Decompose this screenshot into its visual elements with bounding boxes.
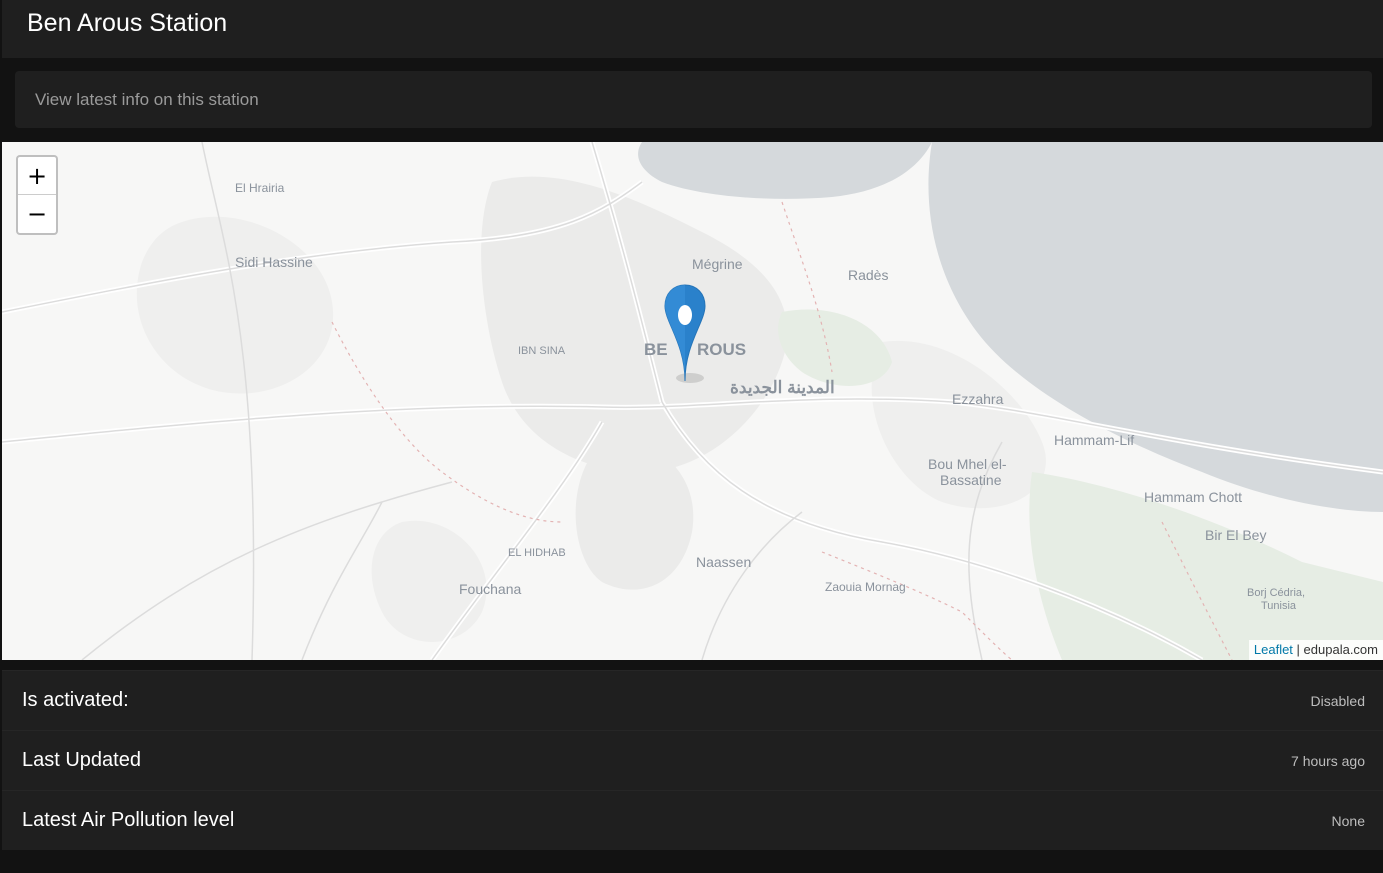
place-label: Ezzahra: [952, 391, 1004, 407]
detail-label: Last Updated: [22, 749, 141, 771]
station-info-bar: View latest info on this station: [15, 71, 1372, 128]
place-label: El Hrairia: [235, 181, 285, 195]
detail-value: 7 hours ago: [1291, 753, 1365, 769]
place-label: Sidi Hassine: [235, 254, 313, 270]
leaflet-link[interactable]: Leaflet: [1254, 642, 1293, 657]
place-label: Hammam Chott: [1144, 489, 1243, 505]
attribution-source: edupala.com: [1303, 642, 1378, 657]
detail-row-activated: Is activated: Disabled: [2, 670, 1383, 730]
detail-value: Disabled: [1310, 693, 1365, 709]
detail-label: Latest Air Pollution level: [22, 809, 235, 831]
place-label: Bir El Bey: [1205, 527, 1267, 543]
attribution-separator: |: [1292, 642, 1304, 657]
place-label: Radès: [848, 267, 889, 283]
station-map[interactable]: + − El Hrairia Sidi Hassine Mégrine Radè…: [2, 142, 1383, 660]
zoom-out-button[interactable]: −: [18, 195, 56, 232]
map-attribution: Leaflet | edupala.com: [1248, 640, 1383, 660]
place-label: Hammam-Lif: [1054, 432, 1135, 448]
zoom-control: + −: [16, 155, 58, 235]
map-pin-icon[interactable]: [664, 284, 706, 386]
station-info-text: View latest info on this station: [35, 90, 259, 109]
zoom-in-button[interactable]: +: [18, 157, 56, 195]
place-label: IBN SINA: [518, 345, 566, 357]
place-label: Mégrine: [692, 256, 743, 272]
place-label: EL HIDHAB: [508, 547, 566, 559]
place-label: Naassen: [696, 554, 752, 570]
place-label: Bassatine: [940, 472, 1002, 488]
detail-row-last-updated: Last Updated 7 hours ago: [2, 730, 1383, 790]
detail-row-pollution: Latest Air Pollution level None: [2, 790, 1383, 850]
detail-label: Is activated:: [22, 689, 129, 711]
app-header: Ben Arous Station: [2, 0, 1383, 58]
place-label: Fouchana: [459, 581, 522, 597]
place-label: Bou Mhel el-: [928, 456, 1007, 472]
page-title: Ben Arous Station: [27, 9, 228, 37]
map-tiles: [2, 142, 1383, 660]
place-label: Tunisia: [1261, 600, 1297, 612]
detail-value: None: [1331, 813, 1365, 829]
place-label: Zaouia Mornag: [825, 580, 906, 594]
place-label: المدينة الجديدة: [730, 378, 835, 397]
place-label: Borj Cédria,: [1247, 587, 1306, 599]
